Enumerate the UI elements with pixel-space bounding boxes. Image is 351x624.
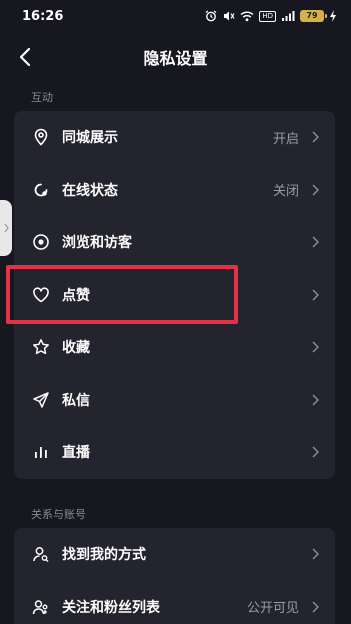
relations-settings-card: 找到我的方式 关注和粉丝列表 公开可见 <box>14 528 335 624</box>
setting-label: 在线状态 <box>62 182 118 199</box>
chevron-right-icon <box>310 394 320 406</box>
setting-value: 公开可见 <box>246 601 299 617</box>
setting-row-find-me[interactable]: 找到我的方式 <box>14 528 335 581</box>
setting-row-likes[interactable]: 点赞 <box>14 269 335 322</box>
chevron-right-icon <box>310 446 320 458</box>
star-icon <box>31 337 51 357</box>
setting-label: 找到我的方式 <box>62 547 146 564</box>
setting-label: 点赞 <box>62 287 90 304</box>
signal-icon <box>282 11 295 21</box>
setting-label: 直播 <box>62 445 90 462</box>
setting-label: 私信 <box>62 392 90 409</box>
status-time: 16:26 <box>22 8 64 24</box>
heart-icon <box>31 285 51 305</box>
setting-label: 浏览和访客 <box>62 235 132 252</box>
section-label-interaction: 互动 <box>31 91 53 104</box>
hd-badge: HD <box>259 10 276 22</box>
setting-row-online-status[interactable]: 在线状态 关闭 <box>14 164 335 217</box>
chevron-right-icon <box>310 601 320 613</box>
setting-row-live[interactable]: 直播 <box>14 426 335 479</box>
section-label-relations: 关系与账号 <box>31 508 86 521</box>
setting-value: 关闭 <box>272 184 299 200</box>
charging-icon <box>330 10 336 22</box>
chevron-right-icon <box>310 184 320 196</box>
setting-row-nearby[interactable]: 同城展示 开启 <box>14 111 335 164</box>
followers-icon <box>31 597 51 617</box>
chevron-right-small-icon <box>4 223 9 233</box>
setting-label: 同城展示 <box>62 130 118 147</box>
setting-row-favorites[interactable]: 收藏 <box>14 321 335 374</box>
chevron-right-icon <box>310 289 320 301</box>
location-pin-icon <box>31 127 51 147</box>
setting-row-browse-visitors[interactable]: 浏览和访客 <box>14 216 335 269</box>
chevron-right-icon <box>310 548 320 560</box>
eye-icon <box>31 232 51 252</box>
find-user-icon <box>31 544 51 564</box>
status-icons: HD 79 <box>205 10 337 22</box>
mute-icon <box>224 11 235 21</box>
wifi-icon <box>240 11 254 22</box>
chevron-right-icon <box>310 131 320 143</box>
setting-row-messages[interactable]: 私信 <box>14 374 335 427</box>
setting-label: 关注和粉丝列表 <box>62 599 160 616</box>
setting-row-followers-list[interactable]: 关注和粉丝列表 公开可见 <box>14 581 335 624</box>
setting-value: 开启 <box>272 131 299 147</box>
alarm-icon <box>205 10 217 22</box>
online-status-icon <box>31 180 51 200</box>
chevron-right-icon <box>310 236 320 248</box>
battery-indicator: 79 <box>300 10 327 22</box>
page-title: 隐私设置 <box>143 49 208 68</box>
side-drawer-handle[interactable] <box>0 200 12 256</box>
live-bars-icon <box>31 442 51 462</box>
interaction-settings-card: 同城展示 开启 在线状态 关闭 浏览和访客 点赞 收藏 私信 直播 <box>14 111 335 479</box>
status-bar: 16:26 HD 79 <box>0 0 351 32</box>
paper-plane-icon <box>31 390 51 410</box>
chevron-right-icon <box>310 341 320 353</box>
nav-bar: 隐私设置 <box>0 32 351 84</box>
setting-label: 收藏 <box>62 340 90 357</box>
